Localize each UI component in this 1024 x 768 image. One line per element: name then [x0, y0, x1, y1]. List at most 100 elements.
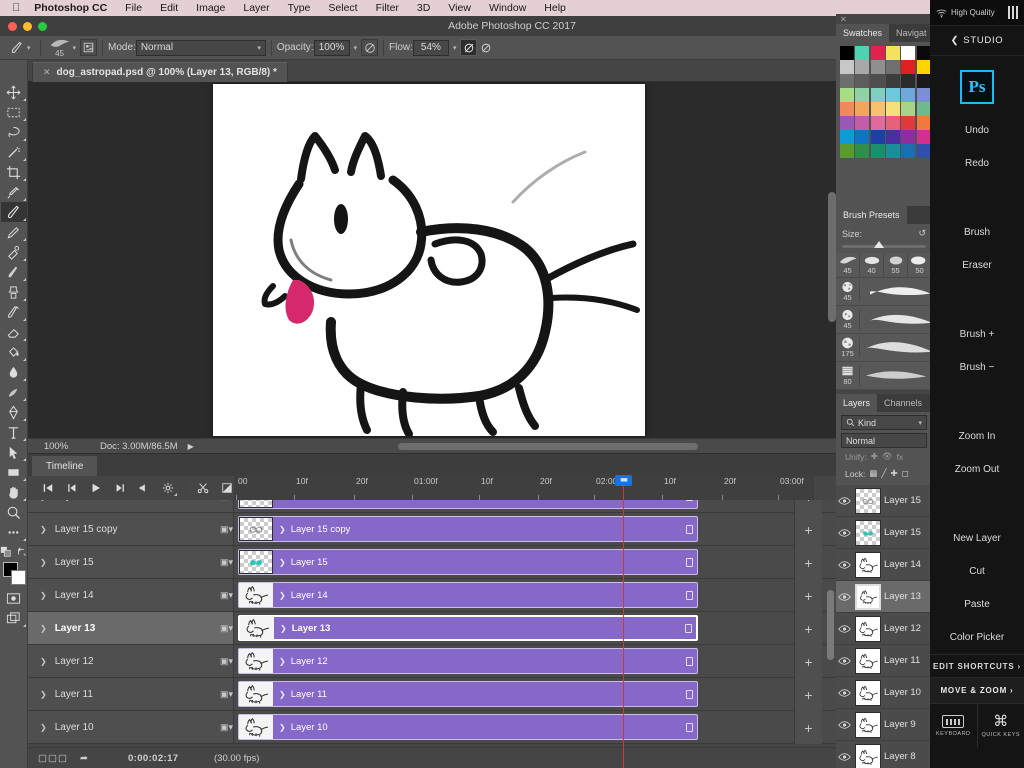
go-to-first-frame-button[interactable]	[36, 477, 60, 499]
next-frame-button[interactable]	[108, 477, 132, 499]
add-media-button[interactable]: +	[794, 546, 822, 579]
layer-row[interactable]: Layer 9	[836, 709, 932, 741]
color-swatch[interactable]	[855, 144, 870, 158]
brush-preset-row[interactable]: 45	[836, 278, 932, 306]
color-swatch[interactable]	[916, 88, 931, 102]
timeline-clip[interactable]: ❯ Layer 13	[238, 615, 698, 641]
zoom-level[interactable]: 100%	[28, 441, 84, 452]
timeline-clip[interactable]: ❯ Layer 12	[238, 648, 698, 674]
opacity-input[interactable]: 100%	[313, 39, 350, 56]
color-swatch[interactable]	[901, 74, 916, 88]
layer-filter-select[interactable]: Kind ▾	[841, 415, 927, 430]
color-swatch[interactable]	[855, 130, 870, 144]
mixer-brush-tool[interactable]	[1, 262, 27, 282]
brush-size-picker[interactable]: 45 ▾	[46, 38, 81, 58]
chevron-right-icon[interactable]: ❯	[40, 690, 47, 699]
brush-size-slider[interactable]	[836, 241, 932, 253]
color-swatch[interactable]	[901, 102, 916, 116]
color-swatch[interactable]	[916, 102, 931, 116]
color-swatch[interactable]	[901, 88, 916, 102]
close-icon[interactable]: ✕	[43, 67, 51, 78]
audio-button[interactable]	[132, 477, 156, 499]
chevron-right-icon[interactable]: ❯	[40, 558, 47, 567]
timeline-clip[interactable]: ❯ Layer 15	[238, 549, 698, 575]
track-lane[interactable]: ❯ Layer 15	[234, 546, 836, 578]
color-swatch[interactable]	[870, 102, 885, 116]
brush-presets-list[interactable]: 45 40 55 50 45 45 175 80	[836, 253, 932, 390]
apple-icon[interactable]: 	[12, 2, 20, 14]
astropad-action-new-layer[interactable]: New Layer	[930, 522, 1024, 555]
healing-brush-tool[interactable]	[1, 242, 27, 262]
background-color-swatch[interactable]	[10, 570, 26, 585]
layer-visibility-toggle[interactable]	[836, 560, 852, 570]
unify-visibility-icon[interactable]: 👁	[882, 451, 893, 462]
astropad-edit-shortcuts-button[interactable]: EDIT SHORTCUTS ›	[930, 654, 1024, 678]
add-media-button[interactable]: +	[794, 500, 822, 513]
layer-visibility-toggle[interactable]	[836, 656, 852, 666]
color-swatch[interactable]	[855, 46, 870, 60]
layer-visibility-toggle[interactable]	[836, 592, 852, 602]
keyframe-icon[interactable]: ▣▾	[220, 656, 233, 667]
astropad-action-eraser[interactable]: Eraser	[930, 249, 1024, 282]
chevron-right-icon[interactable]: ▶	[188, 442, 194, 451]
frame-view-icon[interactable]: ▢▢▢	[38, 753, 68, 764]
menu-item-filter[interactable]: Filter	[367, 0, 408, 16]
color-swatch[interactable]	[885, 46, 900, 60]
menu-item-edit[interactable]: Edit	[151, 0, 187, 16]
track-header[interactable]: ❯ Layer 15 ▣▾	[28, 546, 234, 578]
color-swatch[interactable]	[870, 116, 885, 130]
timeline-clip[interactable]: ❯ Layer 11	[238, 681, 698, 707]
color-swatch[interactable]	[840, 116, 854, 130]
add-media-button[interactable]: +	[794, 645, 822, 678]
layer-row[interactable]: Layer 14	[836, 549, 932, 581]
add-media-button[interactable]: +	[794, 612, 822, 645]
astropad-action-brush-minus[interactable]: Brush −	[930, 351, 1024, 384]
astropad-action-redo[interactable]: Redo	[930, 147, 1024, 180]
crop-tool[interactable]	[1, 162, 27, 182]
track-header[interactable]: ❯ Layer 11 ▣▾	[28, 678, 234, 710]
astropad-move-zoom-button[interactable]: MOVE & ZOOM ›	[930, 678, 1024, 704]
pencil-tool[interactable]	[1, 222, 27, 242]
menu-bars-icon[interactable]	[1008, 6, 1018, 19]
color-swatch[interactable]	[870, 88, 885, 102]
brush-preset-item[interactable]: 50	[908, 253, 932, 277]
color-swatches[interactable]	[1, 562, 27, 588]
brush-preset-item[interactable]: 45	[836, 253, 860, 277]
color-swatch[interactable]	[840, 46, 854, 60]
menu-item-help[interactable]: Help	[535, 0, 575, 16]
brush-preset-item[interactable]: 45	[836, 281, 860, 302]
timeline-track-row[interactable]: ❯ Layer 12 ▣▾ ❯ Layer 12 +	[28, 645, 836, 678]
color-swatch[interactable]	[840, 60, 854, 74]
layer-row[interactable]: Layer 15	[836, 517, 932, 549]
swap-colors-icon[interactable]	[16, 546, 28, 558]
move-tool[interactable]	[1, 82, 27, 102]
brush-preset-row[interactable]: 175	[836, 334, 932, 362]
timeline-clip[interactable]: ❯ Layer 10	[238, 714, 698, 740]
track-header[interactable]: ❯ Layer 10 ▣▾	[28, 711, 234, 743]
smoothing-button[interactable]	[477, 39, 494, 56]
minimize-window-button[interactable]	[23, 21, 32, 31]
close-window-button[interactable]	[8, 21, 17, 31]
layer-row[interactable]: Layer 15	[836, 485, 932, 517]
brush-preset-item[interactable]: 175	[836, 337, 860, 358]
color-swatch[interactable]	[885, 60, 900, 74]
swatches-panel[interactable]	[836, 42, 932, 206]
dodge-tool[interactable]	[1, 382, 27, 402]
playhead-marker[interactable]: ■■	[615, 475, 632, 486]
timeline-track-row[interactable]: ❯ Layer 14 ▣▾ ❯ Layer 14 +	[28, 579, 836, 612]
color-swatch[interactable]	[855, 74, 870, 88]
more-tools-button[interactable]	[1, 522, 27, 542]
track-lane[interactable]: ❯ Layer 15 copy	[234, 513, 836, 545]
color-swatch[interactable]	[870, 144, 885, 158]
menu-item-layer[interactable]: Layer	[234, 0, 278, 16]
color-swatch[interactable]	[855, 116, 870, 130]
menu-item-3d[interactable]: 3D	[408, 0, 439, 16]
astropad-action-zoom-in[interactable]: Zoom In	[930, 420, 1024, 453]
timeline-settings-button[interactable]	[156, 477, 180, 499]
brush-preset-item[interactable]: 80	[836, 365, 860, 386]
chevron-right-icon[interactable]: ❯	[40, 591, 47, 600]
layer-blend-mode-select[interactable]: Normal	[841, 433, 927, 448]
layer-row[interactable]: Layer 8	[836, 741, 932, 768]
tab-channels[interactable]: Channels	[877, 394, 929, 412]
color-swatch[interactable]	[901, 116, 916, 130]
